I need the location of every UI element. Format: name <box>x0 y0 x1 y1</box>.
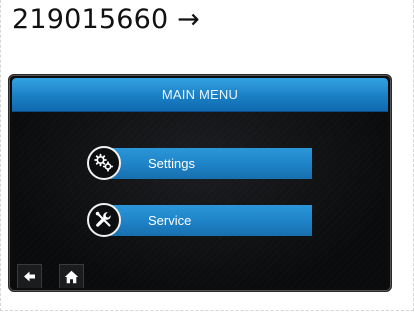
service-button-label: Service <box>148 213 192 228</box>
back-arrow-icon <box>24 271 35 282</box>
home-button[interactable] <box>59 264 84 288</box>
device-display: MAIN MENU Settings Service <box>8 74 392 292</box>
back-button[interactable] <box>17 264 42 288</box>
settings-button[interactable]: Settings <box>87 146 312 180</box>
service-tools-icon <box>87 203 121 237</box>
page-title: MAIN MENU <box>161 87 239 102</box>
menu-screen: MAIN MENU Settings Service <box>12 78 388 288</box>
home-icon <box>64 270 79 283</box>
settings-gears-icon <box>87 146 121 180</box>
title-bar: MAIN MENU <box>12 78 388 112</box>
settings-button-label: Settings <box>148 156 195 171</box>
service-button[interactable]: Service <box>87 203 312 237</box>
reference-caption: 219015660 → <box>12 4 201 35</box>
